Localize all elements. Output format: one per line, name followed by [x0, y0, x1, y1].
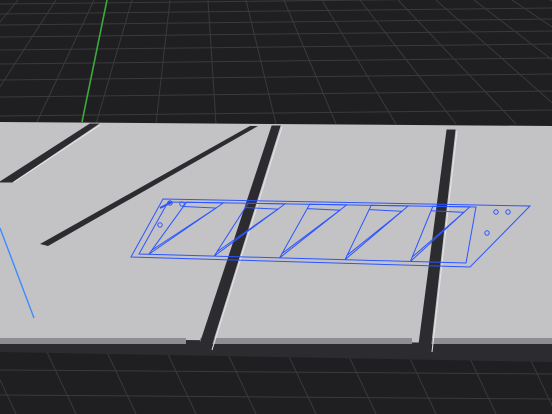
- viewport-canvas[interactable]: [0, 0, 552, 414]
- panel-front-lip: [430, 338, 552, 344]
- 3d-viewport[interactable]: diagonal-truss-sketch: [0, 0, 552, 414]
- panel-front-edges: [0, 338, 552, 344]
- slab-top-face: [0, 122, 552, 344]
- panel-front-lip: [0, 338, 186, 344]
- panel-front-lip: [200, 338, 412, 344]
